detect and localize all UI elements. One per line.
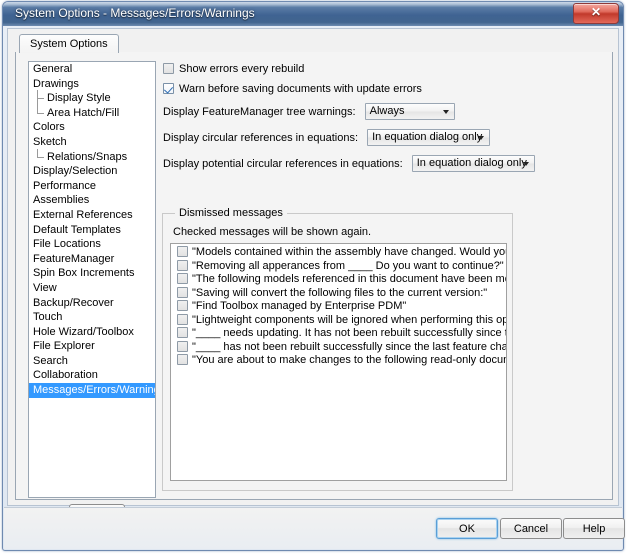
warn-before-saving-row[interactable]: Warn before saving documents with update…: [163, 83, 422, 95]
potential-circular-references-row: Display potential circular references in…: [163, 155, 535, 172]
dismissed-messages-list[interactable]: "Models contained within the assembly ha…: [170, 243, 507, 481]
list-item[interactable]: "____ has not been rebuilt successfully …: [171, 341, 506, 355]
circular-references-value: In equation dialog only: [372, 131, 482, 143]
dismissed-message-checkbox[interactable]: [177, 246, 188, 257]
potential-circular-references-label: Display potential circular references in…: [163, 158, 403, 170]
tree-item[interactable]: Spin Box Increments: [29, 266, 155, 281]
dismissed-messages-note: Checked messages will be shown again.: [173, 226, 371, 238]
dismissed-messages-title: Dismissed messages: [175, 207, 287, 219]
dismissed-message-checkbox[interactable]: [177, 287, 188, 298]
circular-references-label: Display circular references in equations…: [163, 132, 358, 144]
tree-item[interactable]: Sketch: [29, 135, 155, 150]
featuremanager-warnings-label: Display FeatureManager tree warnings:: [163, 106, 356, 118]
chevron-down-icon: [478, 136, 484, 140]
dismissed-message-checkbox[interactable]: [177, 354, 188, 365]
dismissed-message-label: "Models contained within the assembly ha…: [192, 246, 506, 258]
circular-references-dropdown[interactable]: In equation dialog only: [367, 129, 490, 146]
close-glyph: ✕: [574, 5, 618, 19]
dismissed-message-checkbox[interactable]: [177, 273, 188, 284]
warn-before-saving-label: Warn before saving documents with update…: [179, 83, 422, 95]
tree-item[interactable]: File Locations: [29, 237, 155, 252]
potential-circular-references-dropdown[interactable]: In equation dialog only: [412, 155, 535, 172]
dismissed-message-label: "You are about to make changes to the fo…: [192, 354, 506, 366]
potential-circular-references-value: In equation dialog only: [417, 157, 527, 169]
dismissed-message-checkbox[interactable]: [177, 260, 188, 271]
dismissed-message-label: "Lightweight components will be ignored …: [192, 314, 506, 326]
featuremanager-warnings-dropdown[interactable]: Always: [365, 103, 455, 120]
chevron-down-icon: [523, 162, 529, 166]
cancel-button[interactable]: Cancel: [500, 518, 562, 539]
show-errors-every-rebuild-row[interactable]: Show errors every rebuild: [163, 63, 304, 75]
show-errors-label: Show errors every rebuild: [179, 63, 304, 75]
list-item[interactable]: "Find Toolbox managed by Enterprise PDM": [171, 300, 506, 314]
tree-item[interactable]: Relations/Snaps: [29, 150, 155, 165]
tree-item[interactable]: Touch: [29, 310, 155, 325]
tree-item[interactable]: Display Style: [29, 91, 155, 106]
featuremanager-warnings-value: Always: [370, 105, 405, 117]
tree-item-selected-row[interactable]: Messages/Errors/Warnings: [29, 383, 155, 398]
tree-item[interactable]: View: [29, 281, 155, 296]
close-icon[interactable]: ✕: [573, 3, 619, 24]
tree-item[interactable]: Backup/Recover: [29, 296, 155, 311]
dialog-content: System Options GeneralDrawingsDisplay St…: [7, 28, 619, 506]
tree-item[interactable]: Default Templates: [29, 223, 155, 238]
dismissed-message-label: "____ has not been rebuilt successfully …: [192, 341, 506, 353]
list-item[interactable]: "The following models referenced in this…: [171, 273, 506, 287]
warn-before-saving-checkbox[interactable]: [163, 83, 174, 94]
dismissed-message-label: "____ needs updating. It has not been re…: [192, 327, 506, 339]
list-item[interactable]: "____ needs updating. It has not been re…: [171, 327, 506, 341]
list-item[interactable]: "Removing all apperances from ____ Do yo…: [171, 260, 506, 274]
tab-strip: System Options: [15, 33, 613, 53]
options-category-tree[interactable]: GeneralDrawingsDisplay StyleArea Hatch/F…: [28, 61, 156, 498]
list-item[interactable]: "Models contained within the assembly ha…: [171, 246, 506, 260]
tab-system-options[interactable]: System Options: [19, 34, 119, 53]
list-item[interactable]: "Lightweight components will be ignored …: [171, 314, 506, 328]
tree-item[interactable]: FeatureManager: [29, 252, 155, 267]
tree-item[interactable]: Hole Wizard/Toolbox: [29, 325, 155, 340]
sidebar-item-messages-errors-warnings[interactable]: Messages/Errors/Warnings: [29, 383, 156, 398]
featuremanager-warnings-row: Display FeatureManager tree warnings: Al…: [163, 103, 455, 120]
help-button[interactable]: Help: [563, 518, 625, 539]
chevron-down-icon: [443, 110, 449, 114]
tree-item[interactable]: Display/Selection: [29, 164, 155, 179]
dismissed-message-label: "Removing all apperances from ____ Do yo…: [192, 260, 504, 272]
dismissed-message-checkbox[interactable]: [177, 300, 188, 311]
tree-item[interactable]: Collaboration: [29, 368, 155, 383]
dismissed-message-checkbox[interactable]: [177, 327, 188, 338]
tree-item[interactable]: External References: [29, 208, 155, 223]
list-item[interactable]: "You are about to make changes to the fo…: [171, 354, 506, 368]
tree-item[interactable]: Assemblies: [29, 193, 155, 208]
tree-item[interactable]: Drawings: [29, 77, 155, 92]
circular-references-row: Display circular references in equations…: [163, 129, 490, 146]
dismissed-messages-group: Dismissed messages Checked messages will…: [162, 213, 513, 491]
tree-item[interactable]: File Explorer: [29, 339, 155, 354]
list-item[interactable]: "Saving will convert the following files…: [171, 287, 506, 301]
dismissed-message-label: "The following models referenced in this…: [192, 273, 506, 285]
tree-item[interactable]: Colors: [29, 120, 155, 135]
dismissed-message-label: "Saving will convert the following files…: [192, 287, 487, 299]
title-bar: System Options - Messages/Errors/Warning…: [3, 2, 623, 26]
tree-item[interactable]: Search: [29, 354, 155, 369]
system-options-dialog: System Options - Messages/Errors/Warning…: [2, 1, 624, 551]
tree-item[interactable]: Area Hatch/Fill: [29, 106, 155, 121]
tree-item[interactable]: General: [29, 62, 155, 77]
dismissed-message-checkbox[interactable]: [177, 314, 188, 325]
ok-button[interactable]: OK: [436, 518, 498, 539]
tab-page-system-options: GeneralDrawingsDisplay StyleArea Hatch/F…: [15, 52, 613, 500]
dialog-footer: OK Cancel Help: [4, 507, 622, 549]
options-pane: Show errors every rebuild Warn before sa…: [156, 58, 614, 498]
show-errors-checkbox[interactable]: [163, 63, 174, 74]
window-title: System Options - Messages/Errors/Warning…: [15, 6, 255, 20]
tree-item[interactable]: Performance: [29, 179, 155, 194]
dismissed-message-label: "Find Toolbox managed by Enterprise PDM": [192, 300, 406, 312]
dismissed-message-checkbox[interactable]: [177, 341, 188, 352]
